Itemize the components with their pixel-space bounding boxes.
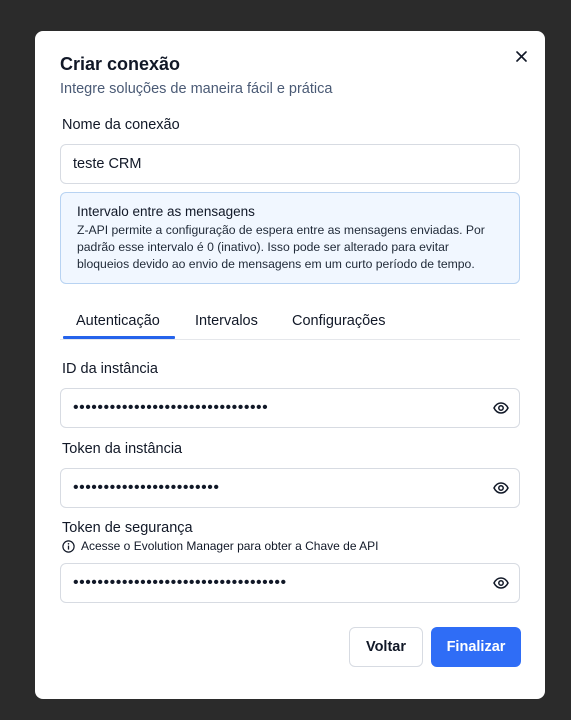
eye-icon xyxy=(493,482,509,494)
instance-token-input[interactable]: •••••••••••••••••••••••• xyxy=(60,468,520,508)
create-connection-dialog: Criar conexão Integre soluções de maneir… xyxy=(35,31,545,699)
tab-autenticacao[interactable]: Autenticação xyxy=(76,313,160,329)
show-security-token-button[interactable] xyxy=(493,576,509,590)
close-icon xyxy=(515,50,527,62)
instance-token-masked-value: •••••••••••••••••••••••• xyxy=(73,479,220,496)
interval-info-box: Intervalo entre as mensagens Z-API permi… xyxy=(60,192,520,284)
show-instance-id-button[interactable] xyxy=(493,401,509,415)
info-line: Z-API permite a configuração de espera e… xyxy=(77,223,485,237)
security-token-label: Token de segurança xyxy=(62,520,193,536)
info-line: bloqueios devido ao envio de mensagens e… xyxy=(77,257,475,271)
dialog-title: Criar conexão xyxy=(60,54,181,74)
connection-name-value: teste CRM xyxy=(73,156,142,172)
show-instance-token-button[interactable] xyxy=(493,481,509,495)
security-token-input[interactable]: ••••••••••••••••••••••••••••••••••• xyxy=(60,563,520,603)
info-line: padrão esse intervalo é 0 (inativo). Iss… xyxy=(77,240,449,254)
security-token-hint: Acesse o Evolution Manager para obter a … xyxy=(62,539,379,553)
instance-id-label: ID da instância xyxy=(62,361,158,377)
active-tab-indicator xyxy=(63,336,175,339)
dialog-subtitle: Integre soluções de maneira fácil e prát… xyxy=(60,81,333,97)
eye-icon xyxy=(493,402,509,414)
info-text: Z-API permite a configuração de espera e… xyxy=(77,222,504,273)
close-button[interactable] xyxy=(511,46,531,66)
tab-intervalos[interactable]: Intervalos xyxy=(195,313,258,329)
security-token-masked-value: ••••••••••••••••••••••••••••••••••• xyxy=(73,574,287,591)
tab-bar: Autenticação Intervalos Configurações xyxy=(60,307,520,340)
eye-icon xyxy=(493,577,509,589)
back-button[interactable]: Voltar xyxy=(349,627,423,667)
info-title: Intervalo entre as mensagens xyxy=(77,204,255,219)
finish-button[interactable]: Finalizar xyxy=(431,627,521,667)
tab-configuracoes[interactable]: Configurações xyxy=(292,313,386,329)
instance-token-label: Token da instância xyxy=(62,441,183,457)
connection-name-label: Nome da conexão xyxy=(62,117,180,133)
hint-text: Acesse o Evolution Manager para obter a … xyxy=(81,539,379,553)
info-icon xyxy=(62,539,75,553)
instance-id-masked-value: •••••••••••••••••••••••••••••••• xyxy=(73,399,269,416)
instance-id-input[interactable]: •••••••••••••••••••••••••••••••• xyxy=(60,388,520,428)
connection-name-input[interactable]: teste CRM xyxy=(60,144,520,184)
